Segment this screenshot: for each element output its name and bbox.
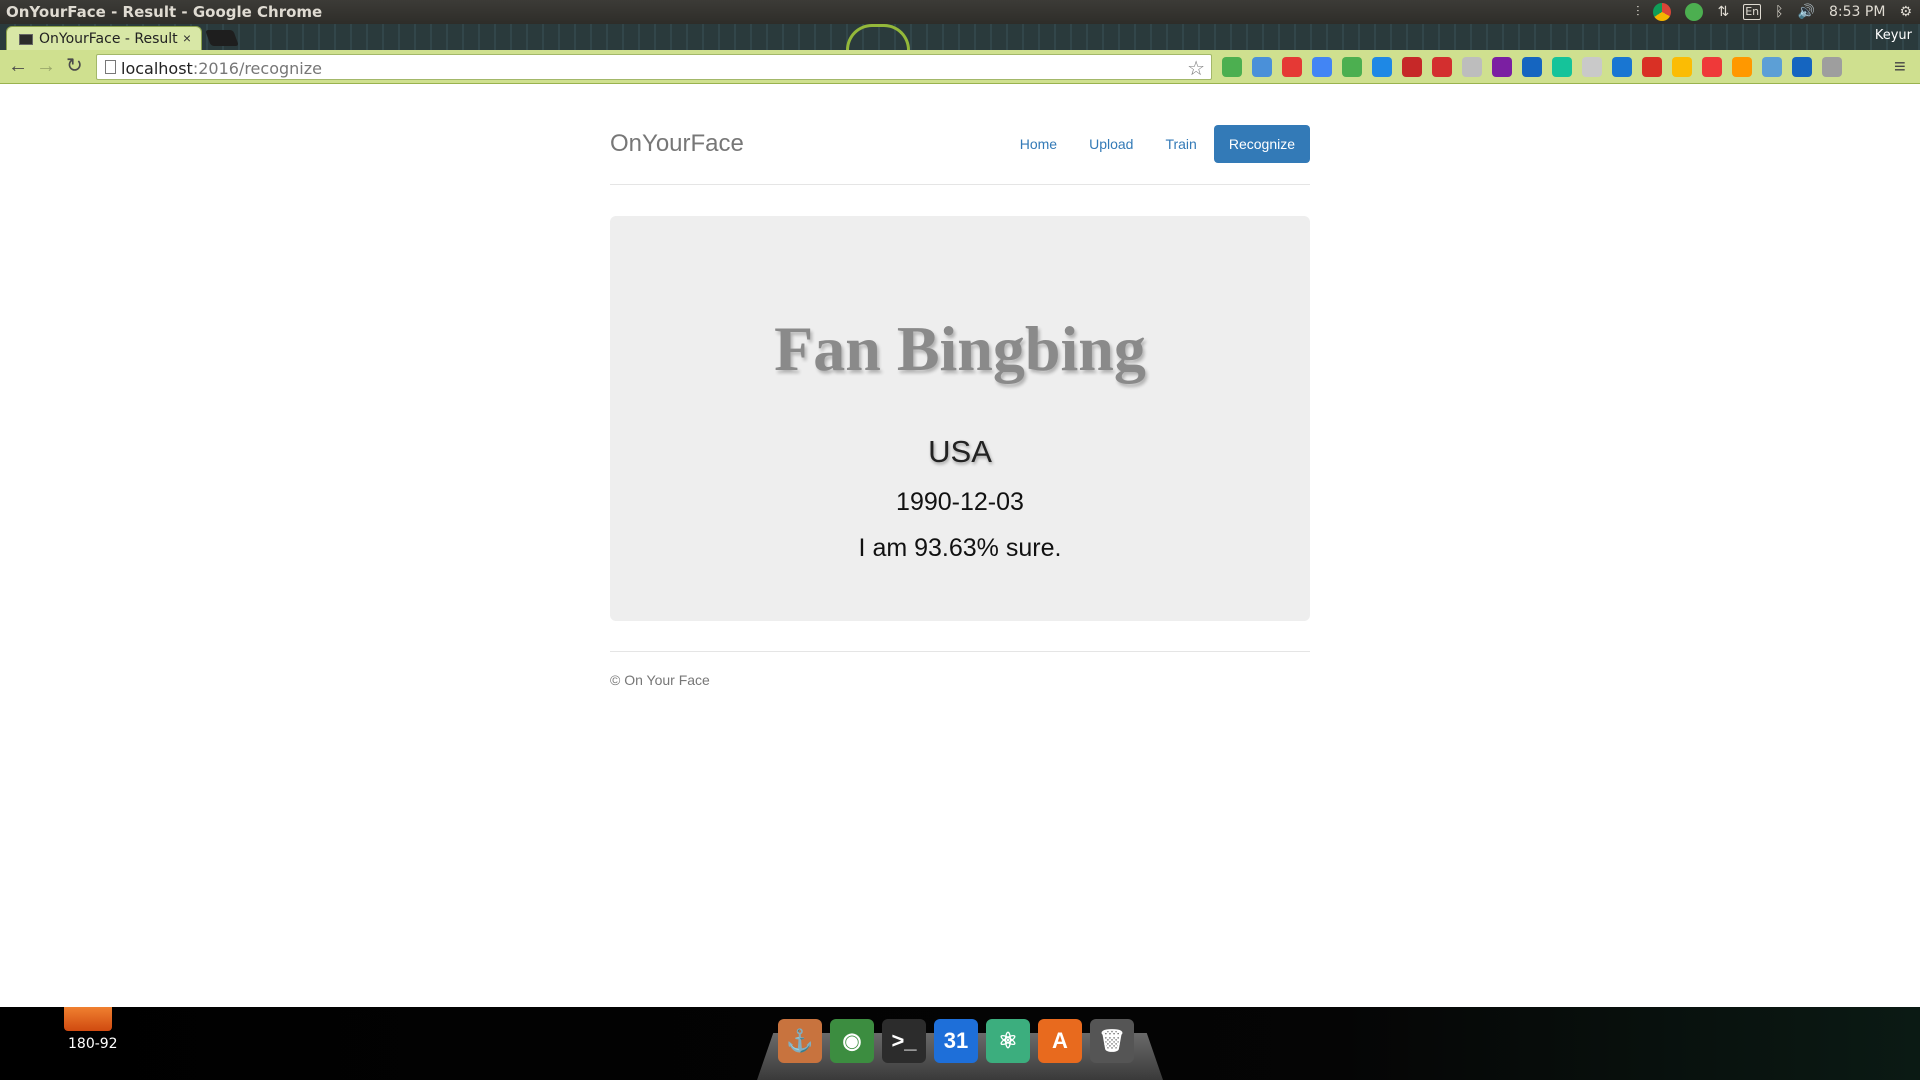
keyboard-layout-label: En: [1743, 4, 1762, 20]
drive-icon[interactable]: [1672, 57, 1692, 77]
hangouts-icon[interactable]: [1222, 57, 1242, 77]
font-icon[interactable]: [1252, 57, 1272, 77]
pushbullet-icon[interactable]: [1342, 57, 1362, 77]
person-dob: 1990-12-03: [896, 488, 1024, 516]
nav-upload[interactable]: Upload: [1074, 125, 1148, 163]
tab-title: OnYourFace - Result: [39, 31, 178, 47]
site-footer: © On Your Face: [610, 651, 1310, 688]
bookmark-icon[interactable]: [1282, 57, 1302, 77]
adblock-icon[interactable]: [1432, 57, 1452, 77]
bookmark-star-icon[interactable]: ☆: [1187, 56, 1205, 81]
flag-icon[interactable]: [1792, 57, 1812, 77]
dock-bar: 180-92 ⚓ ◉ >_ 31 ⚛ A 🗑: [0, 1007, 1920, 1080]
onenote-icon[interactable]: [1492, 57, 1512, 77]
person-name: Fan Bingbing: [774, 313, 1146, 384]
trash-app-icon[interactable]: 🗑: [1090, 1019, 1134, 1063]
clock[interactable]: 8:53 PM: [1829, 4, 1885, 20]
nav-recognize[interactable]: Recognize: [1213, 125, 1310, 163]
window-title: OnYourFace - Result - Google Chrome: [6, 3, 323, 21]
confidence-text: I am 93.63% sure.: [858, 534, 1062, 562]
url-text[interactable]: localhost:2016/recognize: [121, 59, 322, 78]
tab-close-icon[interactable]: ×: [183, 30, 191, 46]
result-panel: Fan Bingbing USA 1990-12-03 I am 93.63% …: [610, 216, 1310, 621]
keyboard-layout-indicator[interactable]: En: [1743, 4, 1762, 20]
gmail-icon[interactable]: [1642, 57, 1662, 77]
system-indicators: ⫶ ⇅ En ᛒ 🔊 8:53 PM ⚙: [1636, 0, 1912, 24]
browser-toolbar: ← → ↻ localhost:2016/recognize ☆ ≡: [0, 50, 1920, 84]
vivaldi-icon[interactable]: [1702, 57, 1722, 77]
stack-icon[interactable]: [1612, 57, 1632, 77]
os-top-panel: OnYourFace - Result - Google Chrome ⫶ ⇅ …: [0, 0, 1920, 24]
software-center-app-icon[interactable]: A: [1038, 1019, 1082, 1063]
address-bar[interactable]: localhost:2016/recognize ☆: [96, 54, 1212, 80]
atom-app-icon[interactable]: ⚛: [986, 1019, 1030, 1063]
forward-icon[interactable]: →: [36, 56, 56, 76]
tab-favicon-icon: [19, 34, 33, 45]
volume-icon[interactable]: 🔊: [1798, 4, 1815, 20]
image-icon[interactable]: [1822, 57, 1842, 77]
url-host: localhost: [121, 59, 193, 78]
page-icon: [105, 60, 116, 74]
chrome-menu-icon[interactable]: ≡: [1894, 56, 1906, 79]
person-country: USA: [928, 434, 992, 469]
couch-icon[interactable]: [1402, 57, 1422, 77]
terminal-app-icon[interactable]: >_: [882, 1019, 926, 1063]
profile-name[interactable]: Keyur: [1875, 28, 1912, 43]
nav-train[interactable]: Train: [1150, 125, 1211, 163]
network-icon[interactable]: ⫶: [1636, 4, 1640, 20]
settings-gear-icon[interactable]: ⚙: [1899, 4, 1912, 20]
carrot-icon[interactable]: [1732, 57, 1752, 77]
chrome-tray-icon[interactable]: [1653, 3, 1672, 21]
extension-icons: [1222, 57, 1842, 77]
desktop-file-label: 180-92: [68, 1036, 118, 1052]
site-nav: Home Upload Train Recognize: [1005, 125, 1310, 163]
window-icon[interactable]: [1372, 57, 1392, 77]
puzzle-icon[interactable]: [1462, 57, 1482, 77]
transfer-icon[interactable]: ⇅: [1717, 4, 1729, 20]
site-brand[interactable]: OnYourFace: [610, 130, 744, 158]
hangouts-tray-icon[interactable]: [1685, 3, 1704, 21]
diamond-icon[interactable]: [1762, 57, 1782, 77]
chrome-app-icon[interactable]: ◉: [830, 1019, 874, 1063]
site-header: OnYourFace Home Upload Train Recognize: [610, 85, 1310, 185]
bluetooth-icon[interactable]: ᛒ: [1775, 4, 1783, 20]
footer-text: © On Your Face: [610, 672, 710, 688]
grammarly-icon[interactable]: [1552, 57, 1572, 77]
browser-tab-strip: OnYourFace - Result × Keyur: [0, 24, 1920, 50]
container: OnYourFace Home Upload Train Recognize F…: [610, 85, 1310, 688]
url-path: :2016/recognize: [192, 59, 322, 78]
new-tab-button[interactable]: [205, 30, 239, 46]
translate-icon[interactable]: [1312, 57, 1332, 77]
android-theme-graphic: [846, 24, 910, 50]
calendar-app-icon[interactable]: 31: [934, 1019, 978, 1063]
anchor-app-icon[interactable]: ⚓: [778, 1019, 822, 1063]
reload-icon[interactable]: ↻: [66, 56, 83, 76]
circle-icon[interactable]: [1582, 57, 1602, 77]
back-icon[interactable]: ←: [8, 56, 28, 76]
page-content: OnYourFace Home Upload Train Recognize F…: [0, 85, 1920, 1007]
dock-apps: ⚓ ◉ >_ 31 ⚛ A 🗑: [778, 1019, 1134, 1063]
nav-home[interactable]: Home: [1005, 125, 1072, 163]
dashlane-icon[interactable]: [1522, 57, 1542, 77]
tab-onyourface-result[interactable]: OnYourFace - Result ×: [6, 26, 202, 50]
desktop-file-icon[interactable]: [64, 1007, 112, 1031]
